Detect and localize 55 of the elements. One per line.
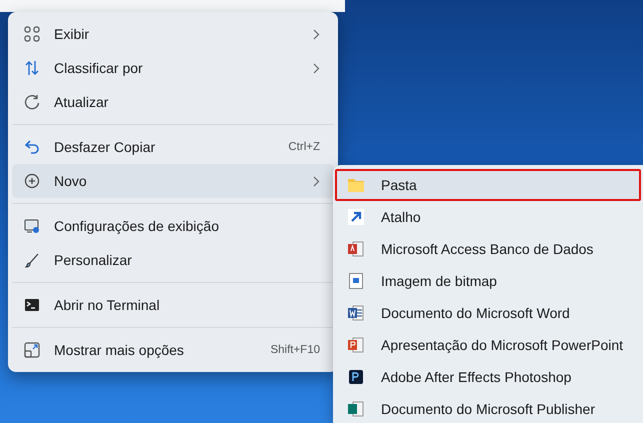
shortcut-text: Shift+F10 — [270, 344, 320, 356]
menu-item-label: Abrir no Terminal — [54, 297, 161, 313]
menu-item[interactable]: Documento do Microsoft Word — [335, 297, 641, 329]
chevron-right-icon — [313, 176, 320, 186]
menu-item[interactable]: Pasta — [335, 169, 641, 201]
menu-item[interactable]: Novo — [12, 164, 334, 198]
menu-item-label: Documento do Microsoft Publisher — [381, 401, 595, 417]
grid-icon — [24, 26, 40, 42]
undo-icon — [24, 139, 40, 155]
chevron-right-icon — [313, 62, 320, 74]
menu-item-label: Desfazer Copiar — [54, 139, 156, 155]
menu-item[interactable]: Apresentação do Microsoft PowerPoint — [335, 329, 641, 361]
menu-item[interactable]: Atalho — [335, 201, 641, 233]
document-icon — [348, 337, 364, 353]
menu-item[interactable]: Personalizar — [12, 243, 334, 277]
document-icon — [348, 401, 364, 417]
menu-item-label: Pasta — [381, 177, 417, 193]
expand-window-icon — [24, 342, 40, 358]
sort-arrows-icon — [24, 60, 40, 76]
menu-item-label: Personalizar — [54, 252, 133, 268]
menu-item-label: Novo — [54, 173, 88, 189]
menu-item[interactable]: Adobe After Effects Photoshop — [335, 361, 641, 393]
menu-item[interactable]: Exibir — [12, 17, 334, 51]
menu-item[interactable]: Abrir no Terminal — [12, 288, 334, 322]
menu-item[interactable]: Configurações de exibição — [12, 209, 334, 243]
menu-item-label: Atualizar — [54, 94, 110, 110]
terminal-icon — [24, 297, 40, 313]
plus-circle-icon — [24, 173, 40, 189]
menu-item-label: Mostrar mais opções — [54, 342, 185, 358]
image-file-icon — [349, 273, 363, 289]
menu-item[interactable]: Mostrar mais opções Shift+F10 — [12, 333, 334, 367]
app-icon — [349, 370, 363, 384]
refresh-icon — [24, 94, 40, 110]
shortcut-text: Ctrl+Z — [288, 141, 320, 153]
menu-item-label: Microsoft Access Banco de Dados — [381, 241, 594, 257]
menu-item[interactable]: Imagem de bitmap — [335, 265, 641, 297]
document-icon — [348, 305, 364, 321]
menu-item[interactable]: Microsoft Access Banco de Dados — [335, 233, 641, 265]
document-icon — [348, 241, 364, 257]
brush-icon — [24, 252, 40, 268]
menu-item-label: Documento do Microsoft Word — [381, 305, 570, 321]
folder-icon — [348, 178, 364, 192]
menu-item-label: Apresentação do Microsoft PowerPoint — [381, 337, 624, 353]
menu-item[interactable]: Documento do Microsoft Publisher — [335, 393, 641, 423]
menu-item-label: Exibir — [54, 26, 90, 42]
menu-item-label: Atalho — [381, 209, 421, 225]
shortcut-arrow-icon — [348, 209, 364, 225]
chevron-right-icon — [313, 28, 320, 40]
menu-item-label: Imagem de bitmap — [381, 273, 497, 289]
menu-item-label: Configurações de exibição — [54, 218, 220, 234]
menu-item[interactable]: Atualizar — [12, 85, 334, 119]
menu-item-label: Adobe After Effects Photoshop — [381, 369, 572, 385]
menu-item[interactable]: Classificar por — [12, 51, 334, 85]
menu-item-label: Classificar por — [54, 60, 144, 76]
menu-item[interactable]: Desfazer Copiar Ctrl+Z — [12, 130, 334, 164]
